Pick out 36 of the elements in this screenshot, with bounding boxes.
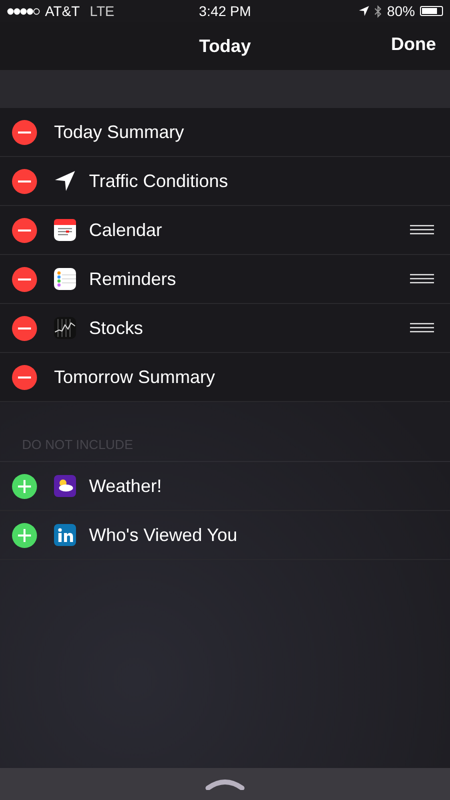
calendar-icon xyxy=(54,219,76,241)
bluetooth-icon xyxy=(374,4,382,18)
reorder-handle-icon[interactable] xyxy=(410,274,434,284)
remove-icon[interactable] xyxy=(12,266,37,292)
location-arrow-icon xyxy=(358,6,369,16)
battery-icon xyxy=(420,6,443,16)
remove-icon[interactable] xyxy=(12,364,37,390)
widget-name: Traffic Conditions xyxy=(89,170,230,192)
widget-name: Tomorrow Summary xyxy=(54,366,216,388)
widget-name: Weather! xyxy=(89,476,163,496)
widget-name: Calendar xyxy=(89,220,164,240)
nav-title: Today xyxy=(199,36,251,56)
carrier-text: AT&T xyxy=(45,3,80,19)
grabber-icon[interactable] xyxy=(205,778,245,790)
add-icon[interactable] xyxy=(12,474,37,498)
done-button[interactable]: Done xyxy=(391,34,436,55)
list-icon xyxy=(54,268,76,290)
remove-icon[interactable] xyxy=(12,168,37,194)
battery-percent: 80% xyxy=(386,3,415,19)
status-time: 3:42 PM xyxy=(198,3,252,19)
widget-name: Who's Viewed You xyxy=(89,524,238,546)
remove-icon[interactable] xyxy=(12,316,37,340)
reorder-handle-icon[interactable] xyxy=(410,323,434,333)
signal-icon xyxy=(7,8,41,14)
widget-name: Stocks xyxy=(89,318,144,338)
reorder-handle-icon[interactable] xyxy=(410,225,434,235)
remove-icon[interactable] xyxy=(12,120,37,144)
widget-name: Reminders xyxy=(89,268,178,290)
location-arrow-icon xyxy=(54,170,76,192)
linkedin-icon xyxy=(54,524,76,546)
stock-chart-icon xyxy=(54,317,76,339)
add-icon[interactable] xyxy=(12,522,37,548)
widget-name: Today Summary xyxy=(54,122,186,142)
remove-icon[interactable] xyxy=(12,218,37,242)
weather-icon xyxy=(54,475,76,497)
network-text: LTE xyxy=(90,3,114,19)
